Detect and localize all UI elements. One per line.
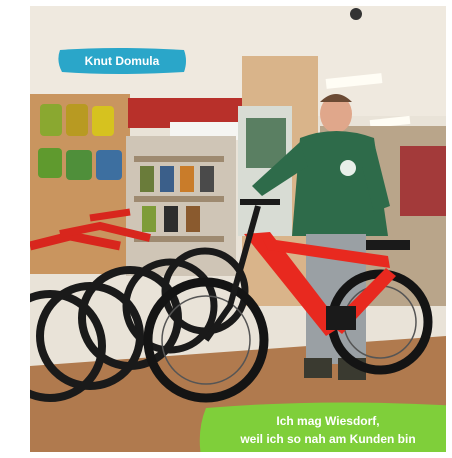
camera-dome <box>350 8 362 20</box>
name-label: Knut Domula <box>84 54 160 68</box>
quote-caption: Ich mag Wiesdorf, weil ich so nah am Kun… <box>198 402 446 452</box>
photo: Knut Domula Ich mag Wiesdorf, weil ich s… <box>30 6 446 452</box>
caption-line-1: Ich mag Wiesdorf, <box>276 414 380 428</box>
name-tag: Knut Domula <box>56 46 188 76</box>
caption-line-2: weil ich so nah am Kunden bin <box>240 432 416 446</box>
